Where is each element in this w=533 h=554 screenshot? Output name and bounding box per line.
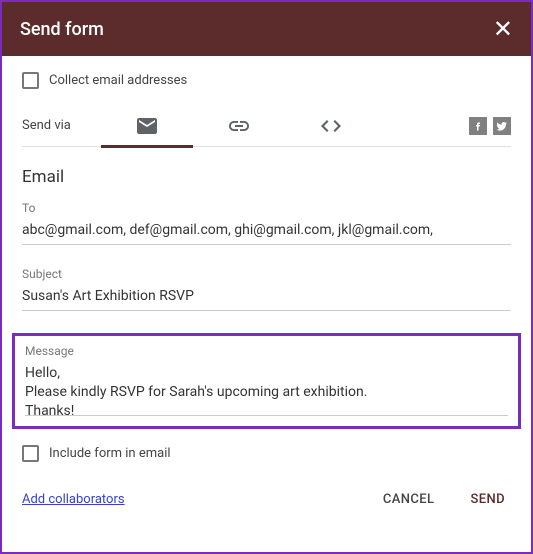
to-field-group: To [22, 201, 511, 245]
message-input[interactable] [25, 362, 508, 416]
to-input[interactable] [22, 220, 511, 245]
footer-actions: CANCEL SEND [377, 484, 511, 515]
collect-email-checkbox[interactable] [22, 72, 39, 89]
message-label: Message [25, 344, 508, 358]
send-button[interactable]: SEND [464, 484, 511, 515]
include-form-checkbox[interactable] [22, 445, 39, 462]
social-buttons [469, 117, 511, 135]
to-label: To [22, 201, 511, 215]
close-icon: ✕ [493, 15, 513, 43]
include-form-label: Include form in email [49, 446, 171, 461]
collect-email-label: Collect email addresses [49, 73, 187, 88]
send-form-dialog: Send form ✕ Collect email addresses Send… [0, 0, 533, 554]
tab-embed[interactable] [285, 105, 377, 147]
cancel-button[interactable]: CANCEL [377, 484, 441, 515]
include-form-row: Include form in email [22, 441, 511, 480]
dialog-content: Collect email addresses Send via [2, 56, 531, 519]
subject-field-group: Subject [22, 267, 511, 311]
close-button[interactable]: ✕ [493, 17, 513, 41]
envelope-icon [137, 118, 157, 134]
message-field-group: Message [25, 344, 508, 420]
dialog-header: Send form ✕ [2, 2, 531, 56]
facebook-icon [472, 120, 484, 132]
send-via-label: Send via [22, 118, 71, 133]
section-title: Email [22, 147, 511, 201]
link-icon [229, 121, 249, 131]
facebook-button[interactable] [469, 117, 487, 135]
twitter-icon [496, 120, 508, 132]
embed-icon [321, 120, 341, 132]
tab-link[interactable] [193, 105, 285, 147]
collect-email-row: Collect email addresses [22, 70, 511, 105]
twitter-button[interactable] [493, 117, 511, 135]
dialog-footer: Add collaborators CANCEL SEND [22, 480, 511, 519]
subject-input[interactable] [22, 286, 511, 311]
dialog-title: Send form [20, 19, 104, 40]
tab-email[interactable] [101, 105, 193, 147]
send-via-row: Send via [22, 105, 511, 147]
subject-label: Subject [22, 267, 511, 281]
add-collaborators-link[interactable]: Add collaborators [22, 492, 125, 507]
message-highlight-box: Message [12, 333, 521, 429]
